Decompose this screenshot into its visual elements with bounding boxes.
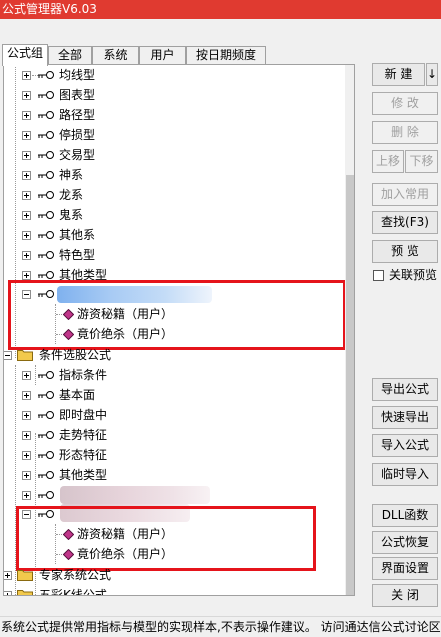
quick-export-button[interactable]: 快速导出 [372, 406, 438, 429]
tree-item-pattern-feature[interactable]: 形态特征 [4, 445, 344, 465]
folder-icon [17, 350, 33, 361]
blurred-name [60, 486, 210, 504]
tree-item-chart-type[interactable]: 图表型 [4, 85, 344, 105]
formula-key-icon [38, 431, 54, 439]
tree-item-trade-type[interactable]: 交易型 [4, 145, 344, 165]
link-preview-checkbox[interactable] [373, 270, 384, 281]
move-down-button[interactable]: 下移 [405, 150, 438, 173]
formula-key-icon [38, 111, 54, 119]
tree-group-condition[interactable]: 条件选股公式 [4, 345, 344, 365]
scrollbar-thumb[interactable] [346, 175, 354, 595]
tree-group-kline[interactable]: 五彩K线公式 [4, 585, 344, 595]
dll-function-button[interactable]: DLL函数 [372, 504, 438, 527]
formula-tree[interactable]: 均线型 图表型 路径型 停损型 交易型 神系 龙系 鬼系 其他系 特色型 其他类… [3, 64, 355, 596]
formula-key-icon [38, 231, 54, 239]
modify-button[interactable]: 修 改 [372, 92, 438, 115]
formula-key-icon [38, 131, 54, 139]
formula-key-icon [38, 191, 54, 199]
move-up-button[interactable]: 上移 [372, 150, 404, 173]
new-dropdown-button[interactable]: ↓ [426, 63, 438, 86]
tree-item-fundamentals[interactable]: 基本面 [4, 385, 344, 405]
tree-item-dragon-series[interactable]: 龙系 [4, 185, 344, 205]
tree-item-other-type-2[interactable]: 其他类型 [4, 465, 344, 485]
tree-item-ghost-series[interactable]: 鬼系 [4, 205, 344, 225]
tree-scrollbar[interactable] [345, 65, 354, 595]
tree-item-trend-feature[interactable]: 走势特征 [4, 425, 344, 445]
tab-formula-group[interactable]: 公式组 [2, 44, 48, 66]
tree-item-blurred-collapsed[interactable] [4, 485, 344, 505]
formula-key-icon [38, 391, 54, 399]
highlight-box-1 [8, 280, 346, 350]
status-bar: 系统公式提供常用指标与模型的实现样本,不表示操作建议。 访问通达信公式讨论区 [0, 616, 441, 637]
formula-key-icon [38, 451, 54, 459]
preview-button[interactable]: 预 览 [372, 240, 438, 263]
tab-all[interactable]: 全部 [48, 46, 92, 65]
new-button[interactable]: 新 建 [372, 63, 425, 86]
temp-import-button[interactable]: 临时导入 [372, 463, 438, 486]
window-title: 公式管理器V6.03 [0, 0, 441, 19]
formula-key-icon [38, 371, 54, 379]
formula-key-icon [38, 411, 54, 419]
tree-item-ma-type[interactable]: 均线型 [4, 65, 344, 85]
tree-item-path-type[interactable]: 路径型 [4, 105, 344, 125]
ui-settings-button[interactable]: 界面设置 [372, 557, 438, 580]
find-button[interactable]: 查找(F3) [372, 211, 438, 234]
tree-item-other-series[interactable]: 其他系 [4, 225, 344, 245]
tab-by-date-frequency[interactable]: 按日期频度 [186, 46, 266, 65]
formula-key-icon [38, 91, 54, 99]
tree-item-god-series[interactable]: 神系 [4, 165, 344, 185]
export-button[interactable]: 导出公式 [372, 378, 438, 401]
link-preview-label: 关联预览 [389, 268, 438, 282]
formula-key-icon [38, 71, 54, 79]
close-button[interactable]: 关 闭 [372, 584, 438, 607]
folder-icon [17, 570, 33, 581]
formula-key-icon [38, 471, 54, 479]
folder-icon [17, 590, 33, 595]
import-button[interactable]: 导入公式 [372, 434, 438, 457]
tree-item-feature-type[interactable]: 特色型 [4, 245, 344, 265]
tree-item-intraday[interactable]: 即时盘中 [4, 405, 344, 425]
formula-key-icon [38, 211, 54, 219]
tab-system[interactable]: 系统 [92, 46, 139, 65]
tab-bar: 公式组 全部 系统 用户 按日期频度 [0, 44, 441, 66]
tree-group-expert[interactable]: 专家系统公式 [4, 565, 344, 585]
delete-button[interactable]: 删 除 [372, 121, 438, 144]
formula-key-icon [38, 251, 54, 259]
formula-key-icon [38, 171, 54, 179]
add-common-button[interactable]: 加入常用 [372, 183, 438, 206]
tab-user[interactable]: 用户 [139, 46, 186, 65]
tree-item-stoploss-type[interactable]: 停损型 [4, 125, 344, 145]
formula-key-icon [38, 491, 54, 499]
restore-button[interactable]: 公式恢复 [372, 531, 438, 554]
formula-key-icon [38, 151, 54, 159]
highlight-box-2 [16, 506, 316, 571]
tree-item-indicator-condition[interactable]: 指标条件 [4, 365, 344, 385]
